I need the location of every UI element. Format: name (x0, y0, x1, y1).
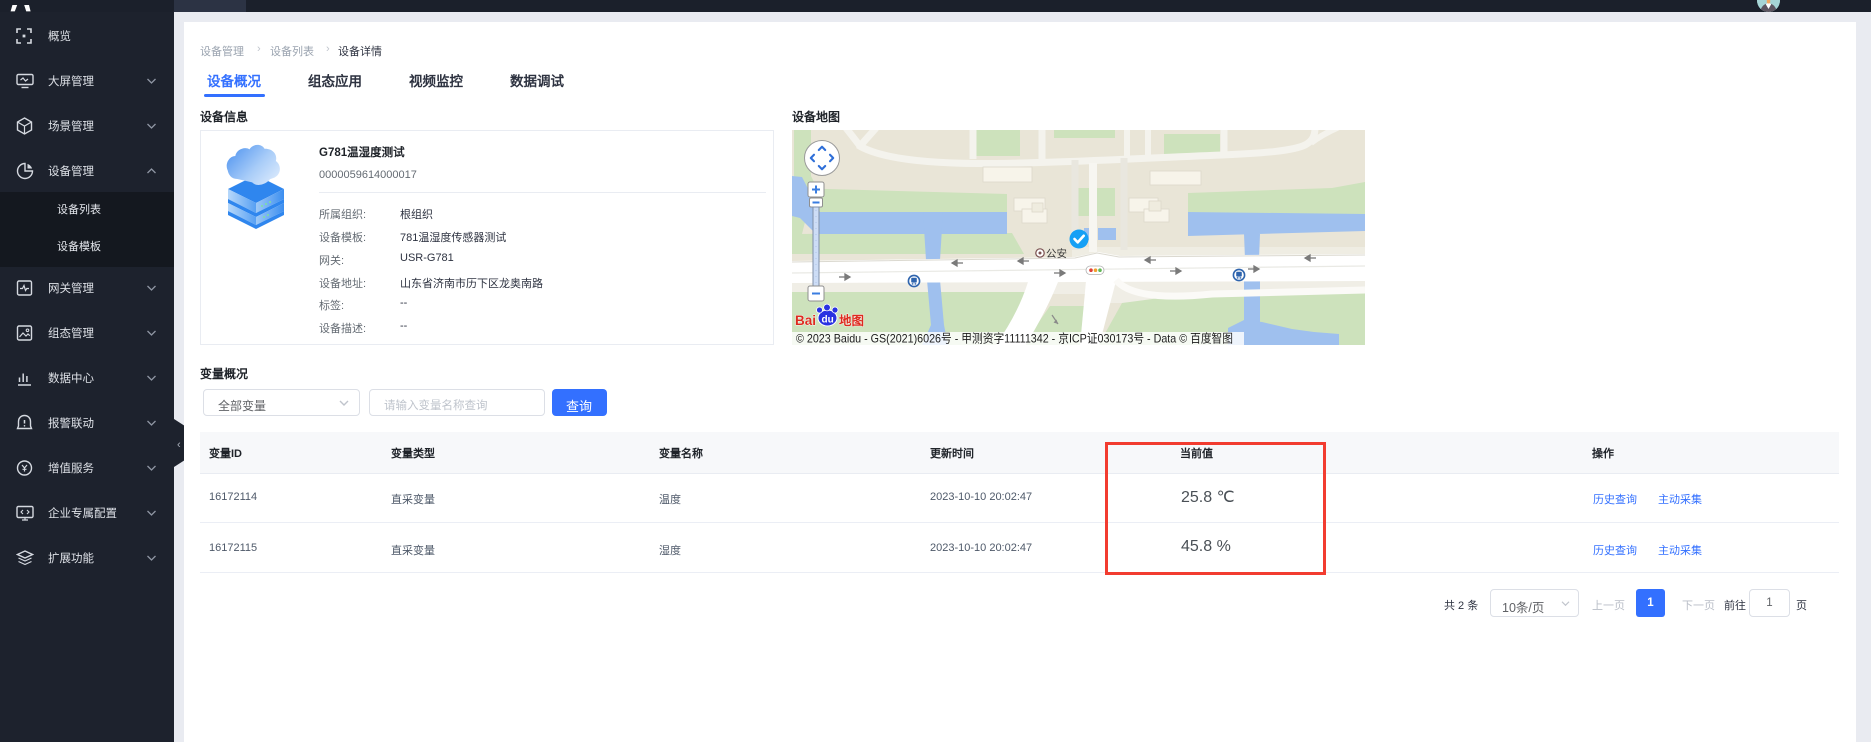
svg-text:公安: 公安 (1046, 247, 1067, 260)
svg-text:du: du (822, 315, 834, 326)
svg-text:© 2023 Baidu - GS(2021)6026号 -: © 2023 Baidu - GS(2021)6026号 - 甲测资字11111… (796, 331, 1233, 346)
svg-text:Bai: Bai (795, 313, 816, 328)
svg-text:地图: 地图 (839, 313, 864, 328)
